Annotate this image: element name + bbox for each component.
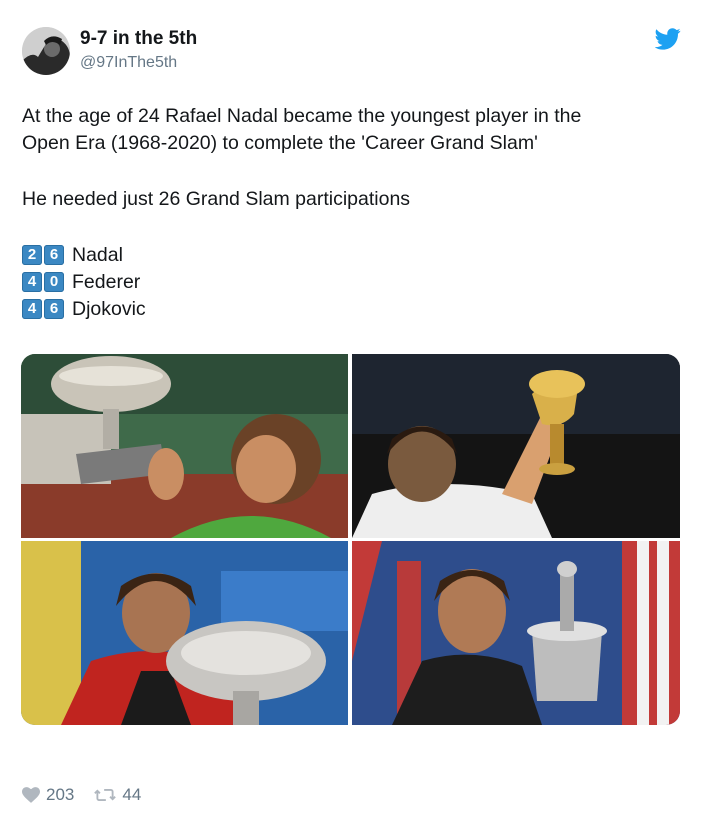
retweet-button[interactable]: 44	[94, 785, 141, 805]
twitter-bird-icon[interactable]	[654, 28, 681, 50]
retweet-icon	[94, 788, 117, 802]
media-grid	[21, 354, 680, 725]
retweet-count: 44	[122, 785, 142, 804]
author-name[interactable]: 9-7 in the 5th	[80, 28, 197, 50]
like-button[interactable]: 203	[22, 785, 74, 805]
player-name: Federer	[72, 270, 141, 293]
avatar[interactable]	[22, 27, 70, 75]
photo-french-open[interactable]	[21, 354, 348, 538]
heart-icon	[22, 787, 40, 803]
author-handle[interactable]: @97InThe5th	[80, 53, 177, 73]
keycap-digit: 0	[44, 272, 64, 292]
keycap-digit: 2	[22, 245, 42, 265]
photo-us-open[interactable]	[352, 541, 680, 725]
stat-row-nadal: 2 6 Nadal	[22, 243, 123, 267]
tweet-text-line-1: At the age of 24 Rafael Nadal became the…	[22, 105, 582, 127]
stat-row-djokovic: 4 6 Djokovic	[22, 297, 146, 321]
photo-wimbledon[interactable]	[352, 354, 680, 538]
stat-row-federer: 4 0 Federer	[22, 270, 140, 294]
player-name: Nadal	[72, 243, 123, 266]
keycap-digit: 4	[22, 299, 42, 319]
tweet-text-line-2: Open Era (1968-2020) to complete the 'Ca…	[22, 132, 538, 154]
player-name: Djokovic	[72, 297, 146, 320]
photo-australian-open[interactable]	[21, 541, 348, 725]
tweet-card: 9-7 in the 5th @97InThe5th At the age of…	[0, 0, 703, 831]
tweet-text-line-3: He needed just 26 Grand Slam participati…	[22, 188, 411, 210]
keycap-digit: 4	[22, 272, 42, 292]
keycap-digit: 6	[44, 299, 64, 319]
keycap-digit: 6	[44, 245, 64, 265]
tweet-actions: 203 44	[22, 783, 161, 807]
like-count: 203	[46, 785, 75, 804]
